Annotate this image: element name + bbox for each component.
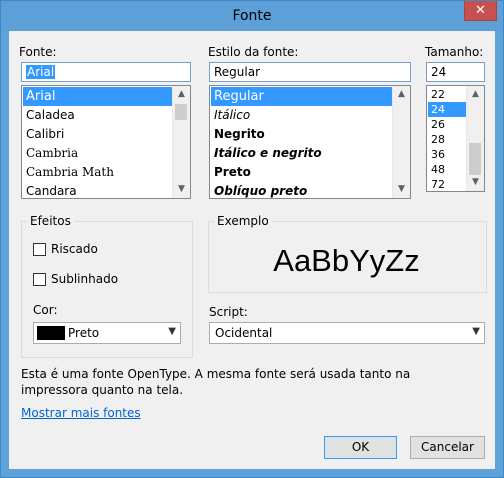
scroll-up-icon[interactable]: ▲: [467, 86, 484, 103]
dialog-title: Fonte: [232, 8, 272, 24]
strikeout-checkbox[interactable]: [33, 243, 46, 256]
strikeout-label: Riscado: [51, 242, 98, 256]
size-list-scrollbar[interactable]: ▲ ▼: [466, 86, 484, 191]
size-list-item[interactable]: 72: [428, 177, 466, 191]
font-list[interactable]: Arial Caladea Calibri Cambria Cambria Ma…: [21, 85, 191, 199]
size-list-item[interactable]: 36: [428, 147, 466, 162]
style-list-item[interactable]: Itálico: [211, 106, 392, 125]
effects-label: Efeitos: [27, 214, 74, 228]
font-label: Fonte:: [19, 45, 57, 59]
style-list-item[interactable]: Oblíquo preto: [211, 182, 392, 198]
chevron-down-icon: ▼: [472, 326, 480, 337]
scroll-up-icon[interactable]: ▲: [173, 86, 190, 103]
size-input[interactable]: 24: [426, 62, 485, 82]
show-more-fonts-link[interactable]: Mostrar mais fontes: [21, 406, 141, 420]
font-list-scrollbar[interactable]: ▲ ▼: [172, 86, 190, 198]
scroll-thumb[interactable]: [175, 104, 187, 120]
title-bar: Fonte ✕: [1, 1, 503, 31]
size-list-item[interactable]: 48: [428, 162, 466, 177]
style-list-item[interactable]: Regular: [211, 87, 392, 106]
font-input[interactable]: Arial: [21, 62, 191, 82]
script-value: Ocidental: [215, 326, 273, 340]
font-dialog: Fonte ✕ Fonte: Arial Arial Caladea Calib…: [0, 0, 504, 478]
sample-text: AaBbYyZz: [273, 243, 420, 278]
script-label: Script:: [209, 305, 248, 319]
font-list-item[interactable]: Candara: [23, 182, 172, 198]
color-label: Cor:: [33, 303, 58, 317]
underline-label: Sublinhado: [51, 272, 119, 286]
size-list-item[interactable]: 24: [428, 102, 466, 117]
scroll-up-icon[interactable]: ▲: [393, 86, 410, 103]
color-value: Preto: [68, 326, 100, 340]
size-label: Tamanho:: [425, 45, 484, 59]
style-list-item[interactable]: Negrito: [211, 125, 392, 144]
size-list[interactable]: 22 24 26 28 36 48 72 ▲ ▼: [426, 85, 485, 192]
dialog-body: Fonte: Arial Arial Caladea Calibri Cambr…: [9, 31, 495, 469]
color-swatch: [37, 326, 65, 340]
info-text-line-1: Esta é uma fonte OpenType. A mesma fonte…: [21, 367, 411, 381]
color-dropdown[interactable]: Preto ▼: [33, 322, 181, 344]
script-dropdown[interactable]: Ocidental ▼: [209, 322, 485, 344]
chevron-down-icon: ▼: [168, 326, 176, 337]
font-list-item[interactable]: Arial: [23, 87, 172, 106]
font-list-item[interactable]: Caladea: [23, 106, 172, 125]
style-list[interactable]: Regular Itálico Negrito Itálico e negrit…: [209, 85, 411, 199]
size-list-item[interactable]: 22: [428, 87, 466, 102]
scroll-thumb[interactable]: [469, 143, 481, 175]
style-label: Estilo da fonte:: [208, 45, 299, 59]
size-list-item[interactable]: 28: [428, 132, 466, 147]
font-list-item[interactable]: Cambria: [23, 144, 172, 163]
underline-checkbox[interactable]: [33, 273, 46, 286]
style-list-item[interactable]: Itálico e negrito: [211, 144, 392, 163]
ok-button[interactable]: OK: [324, 436, 397, 459]
style-input[interactable]: Regular: [209, 62, 411, 82]
scroll-down-icon[interactable]: ▼: [393, 181, 410, 198]
scroll-down-icon[interactable]: ▼: [467, 174, 484, 191]
scroll-down-icon[interactable]: ▼: [173, 181, 190, 198]
info-text-line-2: impressora quanto na tela.: [21, 383, 184, 397]
font-input-value: Arial: [26, 65, 56, 79]
style-list-scrollbar[interactable]: ▲ ▼: [392, 86, 410, 198]
style-list-item[interactable]: Preto: [211, 163, 392, 182]
close-button[interactable]: ✕: [464, 1, 497, 21]
size-list-item[interactable]: 26: [428, 117, 466, 132]
font-list-item[interactable]: Calibri: [23, 125, 172, 144]
cancel-button[interactable]: Cancelar: [410, 436, 485, 459]
font-list-item[interactable]: Cambria Math: [23, 163, 172, 182]
sample-label: Exemplo: [214, 214, 272, 228]
